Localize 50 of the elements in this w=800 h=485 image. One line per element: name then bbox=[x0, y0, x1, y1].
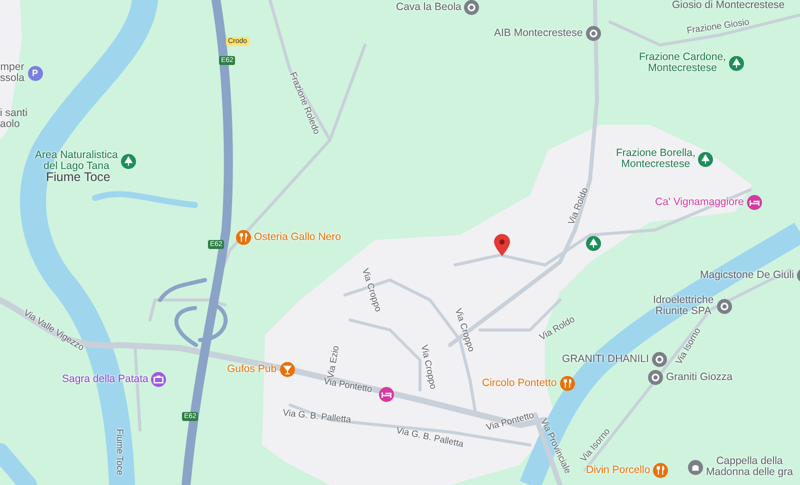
place-label: Fiume Toce bbox=[46, 170, 110, 184]
map-pin-icon[interactable] bbox=[494, 234, 510, 256]
road-label: Via Croppo bbox=[453, 307, 477, 353]
tree-icon[interactable] bbox=[698, 152, 714, 166]
place-label[interactable]: Frazione Borella, Montecrestese bbox=[616, 148, 696, 170]
road-label: Via G. B. Palletta bbox=[282, 407, 352, 425]
tree-icon[interactable] bbox=[728, 56, 744, 70]
place-label[interactable]: Divin Porcello bbox=[586, 465, 650, 476]
place-label[interactable]: Circolo Pontetto bbox=[482, 378, 557, 389]
place-label[interactable]: Ca' Vignamaggiore bbox=[655, 197, 744, 208]
place-label[interactable]: mper ssola bbox=[0, 62, 25, 84]
cocktail-icon[interactable] bbox=[280, 362, 295, 377]
road-label: Via Pontetto bbox=[485, 410, 535, 432]
place-label[interactable]: Frazione Cardone, Montecrestese bbox=[639, 52, 726, 74]
place-label: Giosio di Montecrestese bbox=[672, 0, 785, 11]
poi-icon[interactable] bbox=[586, 26, 601, 41]
camera-icon[interactable] bbox=[151, 372, 166, 387]
place-label[interactable]: Sagra della Patata bbox=[62, 374, 148, 385]
place-label[interactable]: Area Naturalistica del Lago Tana bbox=[35, 150, 118, 172]
poi-icon[interactable] bbox=[716, 298, 732, 314]
tree-icon[interactable] bbox=[120, 154, 136, 168]
bed-icon[interactable] bbox=[746, 195, 762, 210]
dome-icon[interactable] bbox=[688, 460, 703, 474]
poi-icon[interactable] bbox=[648, 370, 663, 385]
road-label: Frazione Giosio bbox=[686, 16, 750, 36]
fork-knife-icon[interactable] bbox=[653, 463, 668, 478]
tree-icon[interactable] bbox=[586, 236, 601, 251]
fork-knife-icon[interactable] bbox=[236, 230, 251, 245]
place-label[interactable]: Cava la Beola bbox=[396, 2, 462, 13]
road-label: Via G. B. Palletta bbox=[396, 425, 464, 449]
place-label[interactable]: Gufos Pub bbox=[227, 364, 277, 375]
road-label: Via Roldo bbox=[566, 186, 590, 226]
poi-icon[interactable] bbox=[652, 352, 667, 367]
bed-icon[interactable] bbox=[379, 387, 394, 402]
place-label: i santi aolo bbox=[0, 108, 28, 130]
road-label: Via Croppo bbox=[360, 267, 384, 313]
place-label[interactable]: Cappella della Madonna delle gra bbox=[706, 456, 793, 478]
place-label[interactable]: Magicstone De Giuli bbox=[700, 270, 794, 281]
place-label[interactable]: AIB Montecrestese bbox=[494, 28, 583, 39]
place-label[interactable]: Osteria Gallo Nero bbox=[254, 232, 341, 243]
fork-knife-icon[interactable] bbox=[560, 376, 575, 391]
place-label[interactable]: Idroelettriche Riunite SPA bbox=[653, 295, 714, 317]
place-label[interactable]: GRANITI DHANILI bbox=[562, 354, 649, 365]
interchange-ramps-drawing bbox=[158, 278, 228, 347]
place-label[interactable]: Graniti Giozza bbox=[666, 372, 733, 383]
road-label: Fiume Toce bbox=[115, 428, 125, 476]
road-label: Via Ezio bbox=[325, 344, 341, 380]
road-label: Via Roldo bbox=[538, 314, 576, 342]
road-label: Via Croppo bbox=[419, 344, 439, 390]
poi-icon[interactable] bbox=[464, 0, 480, 15]
